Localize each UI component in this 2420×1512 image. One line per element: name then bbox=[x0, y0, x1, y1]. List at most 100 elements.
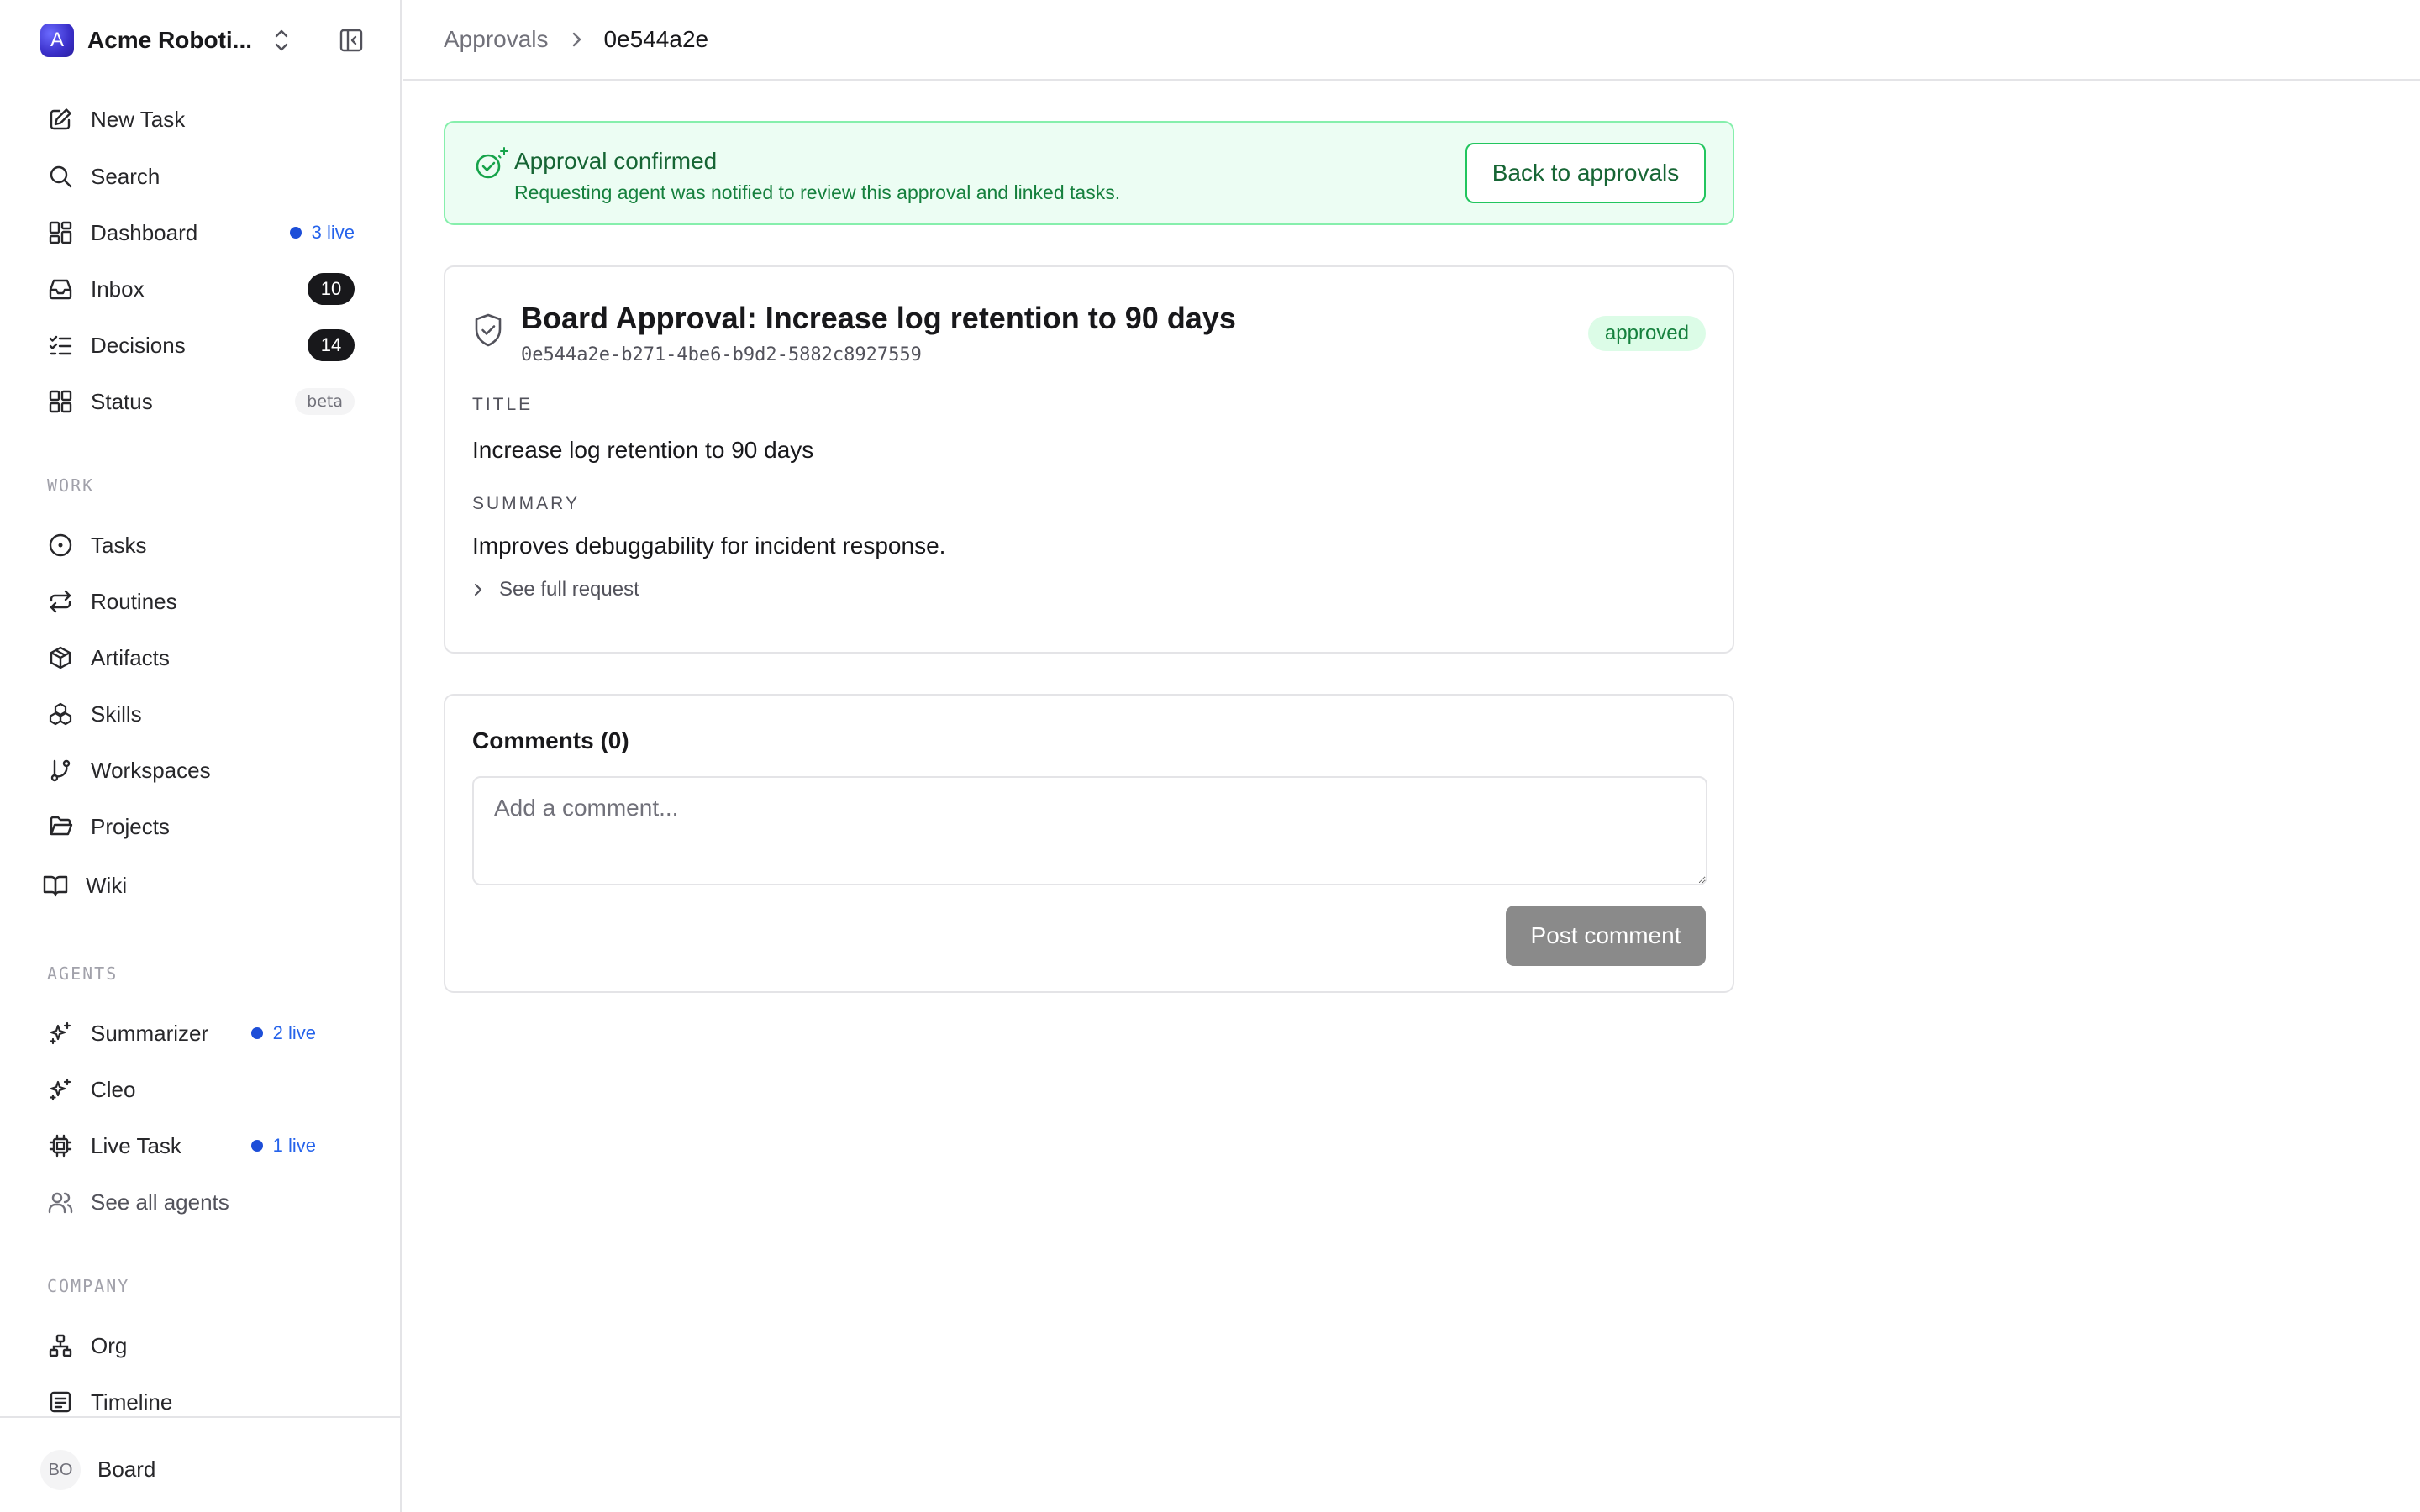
title-field-value: Increase log retention to 90 days bbox=[472, 437, 814, 463]
nav-label: Workspaces bbox=[91, 757, 211, 783]
nav-agent-summarizer[interactable]: Summarizer 2 live bbox=[34, 1010, 366, 1057]
network-icon bbox=[42, 1327, 79, 1364]
section-heading-company: COMPANY bbox=[47, 1276, 130, 1296]
book-open-icon bbox=[37, 867, 74, 904]
nav-new-task[interactable]: New Task bbox=[34, 96, 366, 143]
nav-label: Live Task bbox=[91, 1132, 182, 1158]
section-heading-agents: AGENTS bbox=[47, 963, 118, 984]
dashboard-icon bbox=[42, 214, 79, 251]
live-dot bbox=[289, 227, 302, 239]
users-icon bbox=[42, 1184, 79, 1221]
sidebar: A Acme Roboti... New Task Search Dashboa… bbox=[0, 0, 402, 1512]
chevron-right-icon bbox=[569, 30, 584, 49]
nav-label: Projects bbox=[91, 813, 170, 839]
nav-label: Summarizer bbox=[91, 1020, 209, 1046]
list-checks-icon bbox=[42, 327, 79, 364]
nav-label: New Task bbox=[91, 106, 186, 132]
nav-label: Skills bbox=[91, 701, 142, 727]
live-indicator: 2 live bbox=[250, 1022, 316, 1044]
user-menu[interactable]: BO Board bbox=[0, 1416, 402, 1512]
live-indicator: 3 live bbox=[289, 222, 355, 244]
file-text-icon bbox=[42, 1383, 79, 1420]
nav-label: Routines bbox=[91, 588, 177, 614]
boxes-icon bbox=[42, 696, 79, 732]
nav-label: Dashboard bbox=[91, 219, 198, 245]
chevron-right-icon bbox=[472, 581, 484, 598]
breadcrumb-current: 0e544a2e bbox=[603, 26, 709, 52]
chevrons-up-down-icon bbox=[272, 27, 291, 58]
status-badge: approved bbox=[1587, 316, 1706, 351]
sparkles-icon bbox=[42, 1015, 79, 1052]
workspace-logo: A bbox=[40, 24, 74, 57]
cpu-icon bbox=[42, 1127, 79, 1164]
nav-search[interactable]: Search bbox=[34, 153, 366, 200]
nav-label: Inbox bbox=[91, 276, 145, 302]
nav-artifacts[interactable]: Artifacts bbox=[34, 634, 366, 681]
nav-org[interactable]: Org bbox=[34, 1322, 366, 1369]
workspace-name: Acme Roboti... bbox=[87, 27, 253, 53]
search-icon bbox=[42, 158, 79, 195]
pending-count-badge: 14 bbox=[308, 329, 355, 361]
unread-count-badge: 10 bbox=[308, 273, 355, 305]
live-dot bbox=[250, 1027, 263, 1039]
nav-status[interactable]: Status beta bbox=[34, 378, 366, 425]
breadcrumb-approvals-link[interactable]: Approvals bbox=[444, 26, 549, 53]
nav-tasks[interactable]: Tasks bbox=[34, 522, 366, 569]
approval-id: 0e544a2e-b271-4be6-b9d2-5882c8927559 bbox=[521, 344, 922, 365]
nav-wiki[interactable]: Wiki bbox=[29, 862, 361, 909]
nav-label: Tasks bbox=[91, 532, 147, 558]
grid-icon bbox=[42, 383, 79, 420]
circle-dot-icon bbox=[42, 527, 79, 564]
nav-decisions[interactable]: Decisions 14 bbox=[34, 322, 366, 369]
nav-workspaces[interactable]: Workspaces bbox=[34, 747, 366, 794]
live-dot bbox=[250, 1140, 263, 1152]
post-comment-button[interactable]: Post comment bbox=[1506, 906, 1706, 966]
git-branch-icon bbox=[42, 752, 79, 789]
check-circle-sparkle-icon bbox=[472, 144, 513, 189]
shield-check-icon bbox=[472, 312, 504, 352]
approval-confirmed-banner: Approval confirmed Requesting agent was … bbox=[444, 121, 1734, 225]
package-icon bbox=[42, 639, 79, 676]
sparkles-icon bbox=[42, 1071, 79, 1108]
nav-label: Artifacts bbox=[91, 644, 170, 670]
nav-label: Org bbox=[91, 1332, 128, 1358]
nav-agent-cleo[interactable]: Cleo bbox=[34, 1066, 366, 1113]
nav-label: See all agents bbox=[91, 1189, 229, 1215]
user-name: Board bbox=[97, 1457, 156, 1482]
see-full-request-toggle[interactable]: See full request bbox=[472, 578, 639, 601]
collapse-sidebar-icon[interactable] bbox=[336, 25, 366, 55]
approval-card: Board Approval: Increase log retention t… bbox=[444, 265, 1734, 654]
pencil-square-icon bbox=[42, 101, 79, 138]
comment-input[interactable] bbox=[472, 776, 1707, 885]
nav-label: Search bbox=[91, 163, 160, 189]
nav-label: Cleo bbox=[91, 1076, 136, 1102]
banner-subtitle: Requesting agent was notified to review … bbox=[514, 181, 1121, 203]
nav-routines[interactable]: Routines bbox=[34, 578, 366, 625]
folder-open-icon bbox=[42, 808, 79, 845]
banner-title: Approval confirmed bbox=[514, 148, 718, 174]
live-indicator: 1 live bbox=[250, 1135, 316, 1157]
live-count: 1 live bbox=[272, 1135, 316, 1156]
nav-inbox[interactable]: Inbox 10 bbox=[34, 265, 366, 312]
summary-field-label: SUMMARY bbox=[472, 494, 580, 513]
nav-agent-live-task[interactable]: Live Task 1 live bbox=[34, 1122, 366, 1169]
nav-skills[interactable]: Skills bbox=[34, 690, 366, 738]
summary-field-value: Improves debuggability for incident resp… bbox=[472, 533, 946, 559]
nav-projects[interactable]: Projects bbox=[34, 803, 366, 850]
beta-badge: beta bbox=[295, 388, 355, 415]
avatar: BO bbox=[40, 1450, 81, 1490]
comments-card: Comments (0) Post comment bbox=[444, 694, 1734, 993]
see-full-request-label: See full request bbox=[499, 578, 639, 601]
nav-dashboard[interactable]: Dashboard 3 live bbox=[34, 209, 366, 256]
approval-title: Board Approval: Increase log retention t… bbox=[521, 301, 1236, 335]
workspace-switcher[interactable]: A Acme Roboti... bbox=[40, 22, 368, 59]
repeat-icon bbox=[42, 583, 79, 620]
back-to-approvals-button[interactable]: Back to approvals bbox=[1465, 143, 1706, 203]
section-heading-work: WORK bbox=[47, 475, 95, 496]
inbox-icon bbox=[42, 270, 79, 307]
nav-label: Wiki bbox=[86, 872, 128, 898]
nav-label: Timeline bbox=[91, 1389, 173, 1415]
live-count: 2 live bbox=[272, 1022, 316, 1043]
nav-see-all-agents[interactable]: See all agents bbox=[34, 1179, 366, 1226]
nav-label: Decisions bbox=[91, 332, 186, 358]
